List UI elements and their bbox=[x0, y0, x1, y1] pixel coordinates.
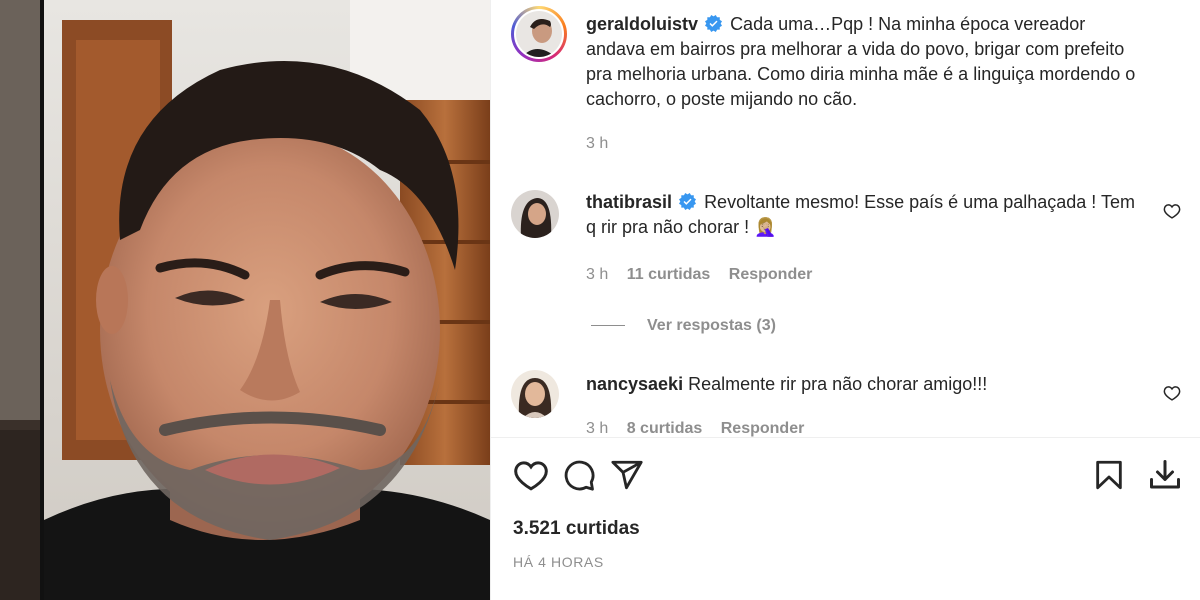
post-likes-count[interactable]: 3.521 curtidas bbox=[513, 518, 640, 540]
post-timestamp[interactable]: HÁ 4 HORAS bbox=[513, 554, 604, 570]
comment-icon bbox=[564, 460, 595, 491]
download-icon bbox=[1150, 460, 1180, 489]
reply-button[interactable]: Responder bbox=[729, 266, 813, 283]
commenter-username[interactable]: thatibrasil bbox=[586, 192, 672, 212]
bookmark-icon bbox=[1096, 460, 1122, 490]
download-button[interactable] bbox=[1145, 455, 1185, 495]
comments-list[interactable]: geraldoluistv Cada uma…Pqp ! Na minha ép… bbox=[491, 0, 1200, 437]
action-bar bbox=[491, 455, 1200, 499]
comment-like-heart-icon[interactable] bbox=[1163, 384, 1181, 402]
verified-badge-icon bbox=[679, 193, 697, 210]
commenter-avatar[interactable] bbox=[511, 190, 559, 238]
comment-likes-count[interactable]: 8 curtidas bbox=[627, 420, 703, 437]
like-button[interactable] bbox=[511, 455, 551, 495]
comment-likes-count[interactable]: 11 curtidas bbox=[627, 266, 711, 283]
reply-button[interactable]: Responder bbox=[721, 420, 805, 437]
heart-icon bbox=[514, 461, 548, 491]
view-replies-label: Ver respostas (3) bbox=[647, 317, 776, 334]
post-sidebar: geraldoluistv Cada uma…Pqp ! Na minha ép… bbox=[490, 0, 1200, 600]
author-username[interactable]: geraldoluistv bbox=[586, 14, 698, 34]
verified-badge-icon bbox=[705, 15, 723, 32]
share-button[interactable] bbox=[607, 455, 647, 495]
comment-timestamp[interactable]: 3 h bbox=[586, 420, 608, 437]
commenter-avatar[interactable] bbox=[511, 370, 559, 418]
share-icon bbox=[611, 460, 643, 490]
section-divider bbox=[491, 437, 1200, 438]
commenter-username[interactable]: nancysaeki bbox=[586, 374, 683, 394]
save-button[interactable] bbox=[1089, 455, 1129, 495]
caption-timestamp[interactable]: 3 h bbox=[586, 135, 608, 152]
comment-like-heart-icon[interactable] bbox=[1163, 202, 1181, 220]
author-avatar[interactable] bbox=[511, 6, 567, 62]
selfie-image bbox=[0, 0, 490, 600]
comment-text: Realmente rir pra não chorar amigo!!! bbox=[688, 374, 988, 394]
comment-button[interactable] bbox=[559, 455, 599, 495]
comment-timestamp[interactable]: 3 h bbox=[586, 266, 608, 283]
post-photo bbox=[0, 0, 490, 600]
view-replies-button[interactable]: Ver respostas (3) bbox=[591, 317, 776, 335]
replies-divider-line bbox=[591, 325, 625, 327]
